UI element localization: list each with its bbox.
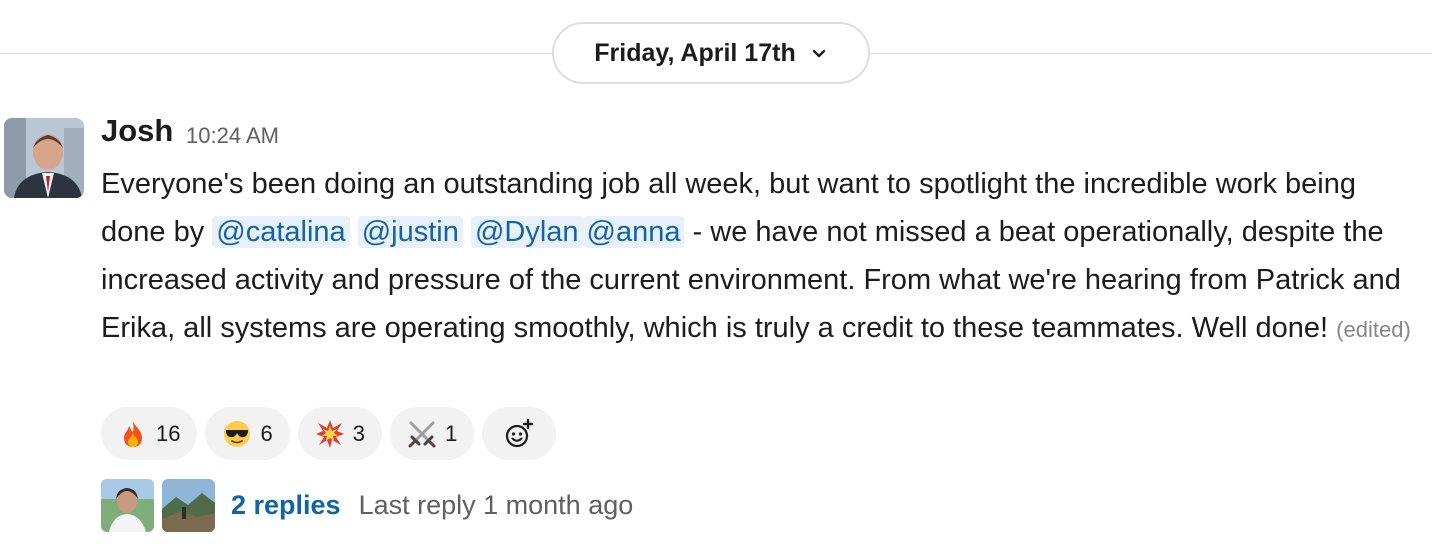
crossed-swords-icon bbox=[407, 419, 437, 449]
fire-icon bbox=[118, 419, 148, 449]
mention-justin[interactable]: @justin bbox=[357, 216, 463, 248]
reaction-count: 16 bbox=[156, 420, 181, 446]
date-label: Friday, April 17th bbox=[594, 38, 796, 67]
edited-label: (edited) bbox=[1336, 317, 1411, 342]
mention-dylan[interactable]: @Dylan bbox=[470, 216, 583, 248]
mention-catalina[interactable]: @catalina bbox=[212, 216, 350, 248]
reaction-count: 1 bbox=[444, 420, 458, 446]
reaction-crossed-swords[interactable]: 1 bbox=[389, 407, 475, 460]
mention-anna[interactable]: @anna bbox=[582, 216, 685, 248]
message-timestamp[interactable]: 10:24 AM bbox=[186, 123, 279, 149]
collision-icon bbox=[315, 419, 345, 449]
date-divider-button[interactable]: Friday, April 17th bbox=[552, 22, 870, 84]
author-name[interactable]: Josh bbox=[101, 113, 173, 149]
add-reaction-icon bbox=[504, 418, 534, 449]
reaction-sunglasses[interactable]: 6 bbox=[205, 407, 290, 460]
message-body: Everyone's been doing an outstanding job… bbox=[101, 160, 1421, 354]
reaction-count: 6 bbox=[260, 420, 273, 446]
author-avatar[interactable] bbox=[4, 118, 84, 198]
replies-link[interactable]: 2 replies bbox=[231, 490, 341, 521]
reaction-collision[interactable]: 3 bbox=[297, 407, 382, 460]
chevron-down-icon bbox=[810, 44, 828, 62]
reaction-fire[interactable]: 16 bbox=[101, 407, 198, 460]
reaction-bar: 16 6 3 1 bbox=[101, 407, 557, 460]
reaction-count: 3 bbox=[352, 420, 365, 446]
replier-avatar bbox=[101, 479, 154, 532]
thread-summary[interactable]: 2 replies Last reply 1 month ago bbox=[101, 479, 633, 532]
add-reaction-button[interactable] bbox=[482, 407, 557, 460]
replier-avatar bbox=[162, 479, 215, 532]
sunglasses-face-icon bbox=[222, 419, 252, 449]
last-reply-label: Last reply 1 month ago bbox=[358, 490, 634, 520]
